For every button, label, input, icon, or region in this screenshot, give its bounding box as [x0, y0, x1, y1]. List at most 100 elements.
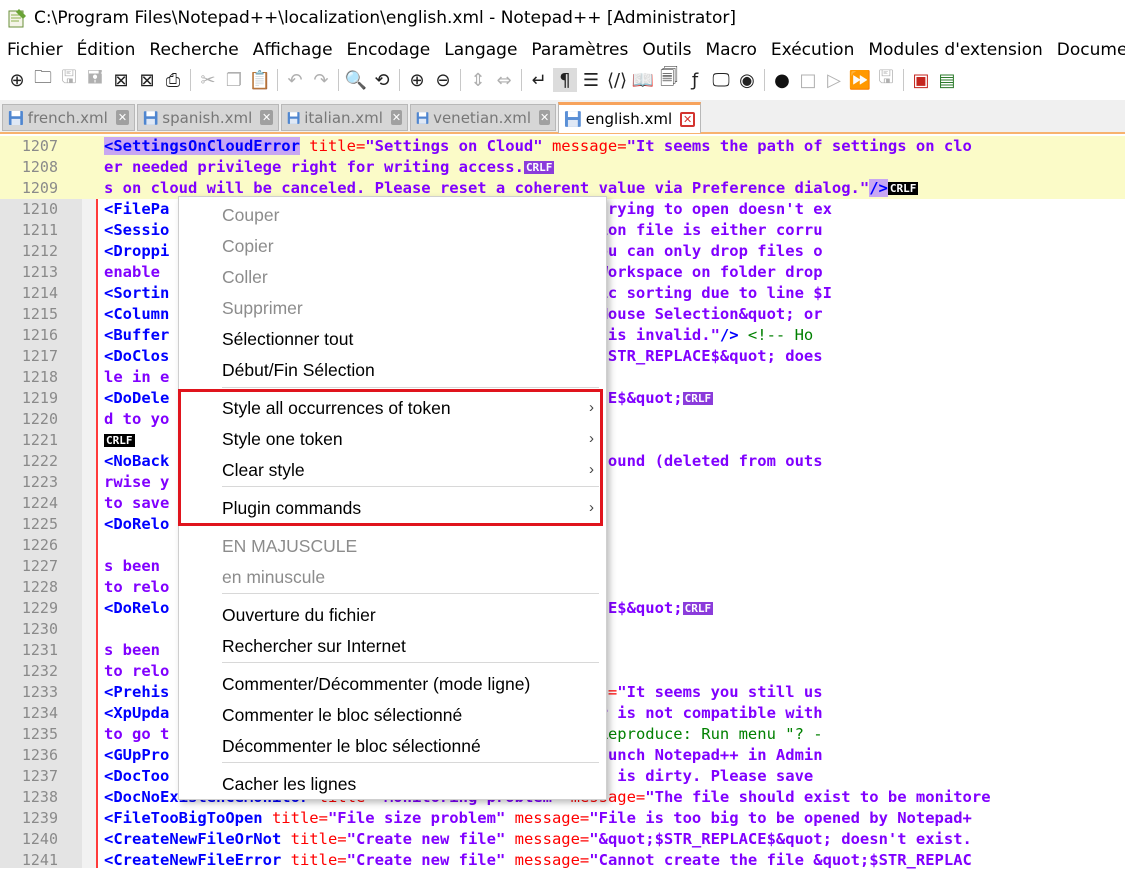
code-line[interactable]: 1208 er needed privilege right for writin… [0, 157, 1125, 178]
document-map-icon[interactable]: 🗐 [657, 67, 681, 92]
context-menu-item[interactable]: Commenter/Décommenter (mode ligne) [179, 669, 606, 699]
replace-icon[interactable]: ⟲ [370, 68, 394, 92]
code-token: message= [505, 830, 590, 848]
floppy-disk-icon [416, 111, 429, 124]
floppy-disk-icon [564, 111, 581, 127]
stop-macro-icon[interactable]: □ [796, 68, 820, 92]
code-token: <Column [104, 305, 170, 323]
plugin-icon-1[interactable]: ▣ [909, 68, 933, 92]
word-wrap-icon[interactable]: ↵ [527, 68, 551, 92]
cut-icon[interactable]: ✂ [196, 68, 220, 92]
context-menu-item[interactable]: Sélectionner tout [179, 324, 606, 354]
save-macro-icon[interactable]: 🖫 [874, 67, 898, 92]
context-menu-item-label: Ouverture du fichier [222, 605, 376, 625]
menu-4[interactable]: Encodage [340, 36, 438, 64]
play-macro-icon[interactable]: ▷ [822, 68, 846, 92]
context-menu-item-label: Style one token [222, 429, 343, 449]
tab-4[interactable]: english.xml ✕ [558, 102, 701, 133]
context-menu-item[interactable]: Commenter le bloc sélectionné [179, 700, 606, 730]
menu-7[interactable]: Outils [635, 36, 698, 64]
function-list-icon[interactable]: ƒ [683, 68, 707, 92]
code-line[interactable]: 1207 <SettingsOnCloudError title="Setting… [0, 136, 1125, 157]
tab-label: venetian.xml [433, 108, 532, 127]
menu-5[interactable]: Langage [437, 36, 524, 64]
chevron-right-icon: › [589, 430, 594, 447]
code-token: "Settings on Cloud" [365, 137, 543, 155]
context-menu-item-label: en minuscule [222, 567, 326, 587]
context-menu-item[interactable]: Clear style › [179, 455, 606, 485]
context-menu-item[interactable]: Ouverture du fichier [179, 600, 606, 630]
code-token: d to yo [104, 410, 170, 428]
show-all-characters-icon[interactable]: ¶ [553, 68, 577, 92]
menu-1[interactable]: Édition [70, 36, 143, 64]
context-menu-item[interactable]: Style all occurrences of token › [179, 393, 606, 423]
close-icon[interactable]: ✕ [115, 110, 129, 125]
paste-icon[interactable]: 📋 [248, 68, 272, 92]
line-number: 1230 [21, 620, 58, 638]
line-number: 1234 [21, 704, 58, 722]
indent-guide-icon[interactable]: ☰ [579, 68, 603, 92]
monitor-icon[interactable]: 🖵 [709, 68, 733, 92]
code-token: "You can only drop files o [579, 242, 823, 260]
find-icon[interactable]: 🔍 [344, 68, 368, 92]
close-icon[interactable]: ✕ [260, 110, 273, 125]
line-number: 1240 [21, 830, 58, 848]
context-menu-item[interactable]: Rechercher sur Internet [179, 631, 606, 661]
close-all-icon[interactable]: ⊠ [135, 68, 159, 92]
menu-3[interactable]: Affichage [246, 36, 340, 64]
code-line[interactable]: 1240 <CreateNewFileOrNot title="Create ne… [0, 829, 1125, 850]
context-menu-item[interactable]: Début/Fin Sélection [179, 355, 606, 385]
print-icon[interactable]: ⎙ [161, 68, 185, 92]
plugin-icon-2[interactable]: ▤ [935, 68, 959, 92]
code-token: <!-- Ho [738, 326, 814, 344]
copy-icon[interactable]: ❐ [222, 68, 246, 92]
line-number: 1212 [21, 242, 58, 260]
context-menu-separator [222, 524, 599, 525]
eol-marker: CRLF [523, 161, 555, 174]
line-number: 1208 [21, 158, 58, 176]
context-menu-item-label: Supprimer [222, 298, 303, 318]
context-menu-item-label: Style all occurrences of token [222, 398, 451, 418]
context-menu-item[interactable]: Style one token › [179, 424, 606, 454]
menu-11[interactable]: Documents [1050, 36, 1125, 64]
tab-0[interactable]: french.xml ✕ [2, 104, 135, 131]
context-menu-separator [222, 387, 599, 388]
save-all-icon[interactable]: 🖬 [83, 67, 107, 92]
code-token: <CreateNewFileError [104, 851, 282, 869]
tab-3[interactable]: venetian.xml ✕ [410, 104, 556, 131]
menu-9[interactable]: Exécution [764, 36, 861, 64]
open-folder-icon[interactable]: 🗀 [31, 67, 55, 92]
code-line[interactable]: 1239 <FileTooBigToOpen title="File size p… [0, 808, 1125, 829]
code-token: "Create new file" [346, 851, 506, 869]
menu-0[interactable]: Fichier [0, 36, 70, 64]
menu-10[interactable]: Modules d'extension [861, 36, 1049, 64]
close-icon[interactable]: ✕ [390, 110, 402, 125]
close-icon[interactable]: ✕ [539, 110, 550, 125]
context-menu-item[interactable]: Plugin commands › [179, 493, 606, 523]
sync-horizontal-icon[interactable]: ⇔ [492, 68, 516, 92]
menu-2[interactable]: Recherche [142, 36, 245, 64]
run-macro-multiple-icon[interactable]: ⏩ [848, 68, 872, 92]
new-file-icon[interactable]: ⊕ [5, 68, 29, 92]
context-menu-item[interactable]: Cacher les lignes [179, 769, 606, 799]
code-token: title= [262, 809, 328, 827]
tab-2[interactable]: italian.xml ✕ [281, 104, 408, 131]
record-macro-icon[interactable]: ● [770, 68, 794, 92]
menu-8[interactable]: Macro [698, 36, 763, 64]
close-icon[interactable]: ✕ [680, 111, 695, 127]
tab-1[interactable]: spanish.xml ✕ [137, 104, 279, 131]
close-icon[interactable]: ⊠ [109, 68, 133, 92]
zoom-out-icon[interactable]: ⊖ [431, 68, 455, 92]
toolbar-separator [399, 69, 400, 91]
save-icon[interactable]: 🖫 [57, 67, 81, 92]
code-token: <FilePa [104, 200, 170, 218]
sync-vertical-icon[interactable]: ⇕ [466, 68, 490, 92]
redo-icon[interactable]: ↷ [309, 68, 333, 92]
xml-tag-icon[interactable]: ⟨/⟩ [605, 68, 629, 92]
undo-icon[interactable]: ↶ [283, 68, 307, 92]
context-menu-item[interactable]: Décommenter le bloc sélectionné [179, 731, 606, 761]
zoom-in-icon[interactable]: ⊕ [405, 68, 429, 92]
eye-icon[interactable]: ◉ [735, 68, 759, 92]
menu-6[interactable]: Paramètres [524, 36, 635, 64]
book-icon[interactable]: 📖 [631, 68, 655, 92]
